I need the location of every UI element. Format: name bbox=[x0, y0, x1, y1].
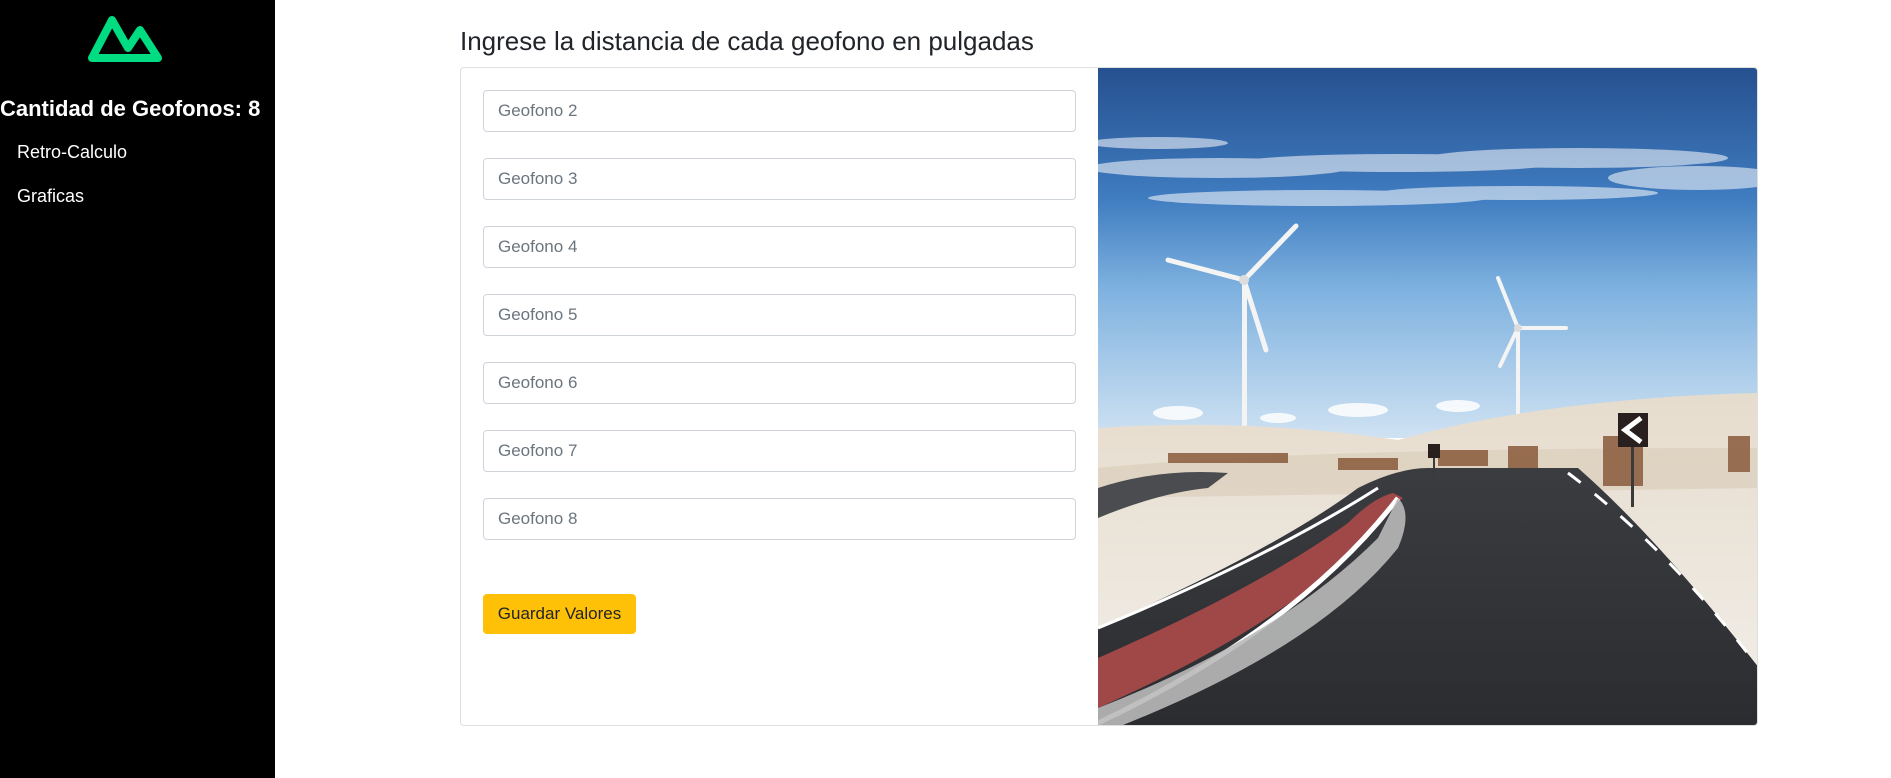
sidebar: Cantidad de Geofonos: 8 Retro-Calculo Gr… bbox=[0, 0, 275, 778]
page-title: Ingrese la distancia de cada geofono en … bbox=[460, 26, 1034, 56]
geofono-7-input[interactable] bbox=[483, 430, 1076, 472]
geofono-2-input[interactable] bbox=[483, 90, 1076, 132]
nav-item-graficas[interactable]: Graficas bbox=[17, 186, 84, 207]
mountain-logo-icon[interactable] bbox=[82, 8, 166, 64]
geofono-count-title: Cantidad de Geofonos: 8 bbox=[0, 96, 261, 121]
form-column: Guardar Valores bbox=[461, 68, 1098, 725]
geofono-3-input[interactable] bbox=[483, 158, 1076, 200]
save-values-button[interactable]: Guardar Valores bbox=[483, 594, 636, 634]
geofono-6-input[interactable] bbox=[483, 362, 1076, 404]
geofono-4-input[interactable] bbox=[483, 226, 1076, 268]
geofono-form-card: Guardar Valores bbox=[460, 67, 1758, 726]
geofono-5-input[interactable] bbox=[483, 294, 1076, 336]
wind-turbines-road-photo bbox=[1098, 68, 1757, 725]
nav-item-retro-calculo[interactable]: Retro-Calculo bbox=[17, 142, 127, 163]
geofono-8-input[interactable] bbox=[483, 498, 1076, 540]
